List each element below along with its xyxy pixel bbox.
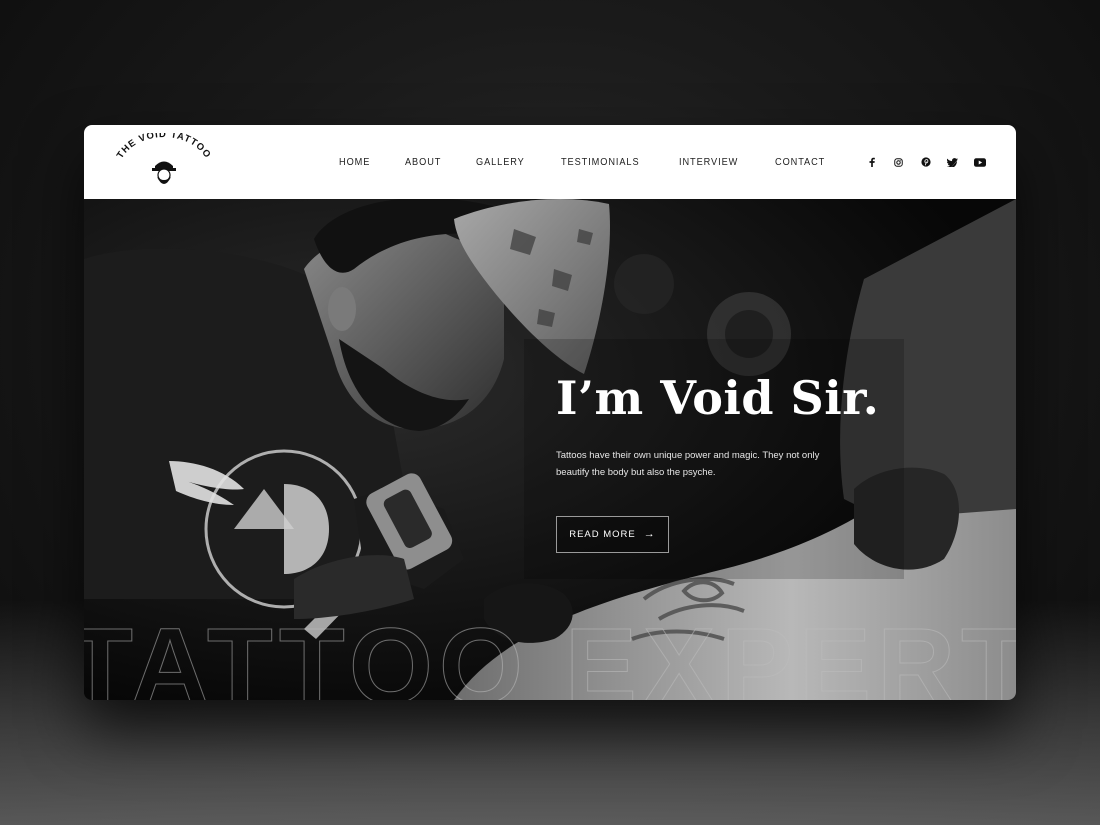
nav-contact[interactable]: CONTACT xyxy=(775,157,825,168)
read-more-button[interactable]: READ MORE → xyxy=(556,516,669,553)
hero-description: Tattoos have their own unique power and … xyxy=(556,450,820,478)
youtube-icon[interactable] xyxy=(973,156,986,169)
nav-interview[interactable]: INTERVIEW xyxy=(679,157,738,168)
logo-text: THE VOID TATTOO xyxy=(115,133,212,161)
hero-section: I’m Void Sir. Tattoos have their own uni… xyxy=(84,199,1016,700)
nav-gallery[interactable]: GALLERY xyxy=(476,157,525,168)
navbar: THE VOID TATTOO HOME ABOUT GALLERY TESTI… xyxy=(84,125,1016,200)
logo[interactable]: THE VOID TATTOO xyxy=(110,133,218,191)
nav-about[interactable]: ABOUT xyxy=(405,157,441,168)
svg-text:THE VOID TATTOO: THE VOID TATTOO xyxy=(115,133,213,161)
read-more-label: READ MORE xyxy=(569,529,636,540)
arrow-right-icon: → xyxy=(643,528,656,540)
nav-home[interactable]: HOME xyxy=(339,157,370,168)
twitter-icon[interactable] xyxy=(946,156,959,169)
bearded-man-icon xyxy=(152,161,176,184)
pinterest-icon[interactable] xyxy=(919,156,932,169)
facebook-icon[interactable] xyxy=(865,156,878,169)
hero-title: I’m Void Sir. xyxy=(556,371,880,425)
social-links xyxy=(865,125,986,199)
svg-text:TATTOO EXPERT: TATTOO EXPERT xyxy=(84,611,1016,700)
main-navigation: HOME ABOUT GALLERY TESTIMONIALS INTERVIE… xyxy=(339,125,830,199)
browser-frame: THE VOID TATTOO HOME ABOUT GALLERY TESTI… xyxy=(84,125,1016,700)
instagram-icon[interactable] xyxy=(892,156,905,169)
nav-testimonials[interactable]: TESTIMONIALS xyxy=(561,157,640,168)
background-outline-text: TATTOO EXPERT xyxy=(84,611,1016,700)
